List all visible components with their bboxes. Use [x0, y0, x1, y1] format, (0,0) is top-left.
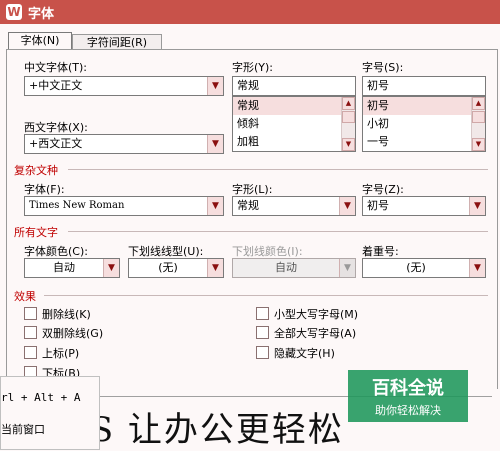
complex-size-select[interactable]: 初号 ▼ — [362, 196, 486, 216]
complex-style-label: 字形(L): — [232, 183, 273, 196]
window-title: 字体 — [28, 7, 55, 22]
section-effects: 效果 — [14, 290, 36, 303]
chevron-down-icon: ▼ — [339, 259, 355, 277]
list-item[interactable]: 常规 — [233, 97, 355, 115]
chevron-down-icon[interactable]: ▼ — [207, 135, 223, 153]
underline-type-value: (无) — [158, 261, 178, 274]
complex-font-value: Times New Roman — [29, 200, 125, 211]
underline-color-value: 自动 — [275, 261, 297, 274]
wps-logo-icon: W — [6, 4, 22, 20]
font-size-value: 初号 — [367, 79, 389, 92]
complex-font-label: 字体(F): — [24, 183, 65, 196]
superscript-checkbox[interactable] — [24, 346, 37, 359]
scroll-thumb[interactable] — [472, 111, 485, 123]
chinese-font-value: +中文正文 — [29, 79, 83, 92]
tab-spacing-label: 字符间距(R) — [86, 36, 148, 49]
current-window-text: 当前窗口 — [1, 423, 45, 436]
western-font-label: 西文字体(X): — [24, 121, 88, 134]
underline-type-select[interactable]: (无) ▼ — [128, 258, 224, 278]
watermark-badge: 百科全说 助你轻松解决 — [348, 370, 468, 422]
all-caps-label: 全部大写字母(A) — [274, 327, 357, 340]
font-size-label: 字号(S): — [362, 61, 404, 74]
scrollbar[interactable]: ▲ ▼ — [341, 97, 355, 151]
underline-type-label: 下划线线型(U): — [128, 245, 204, 258]
superscript-label: 上标(P) — [42, 347, 80, 360]
western-font-value: +西文正文 — [29, 137, 83, 150]
complex-style-value: 常规 — [237, 199, 259, 212]
complex-style-select[interactable]: 常规 ▼ — [232, 196, 356, 216]
list-item[interactable]: 小初 — [363, 115, 485, 133]
complex-font-select[interactable]: Times New Roman ▼ — [24, 196, 224, 216]
complex-size-value: 初号 — [367, 199, 389, 212]
shortcut-text: rl + Alt + A — [1, 391, 81, 404]
list-item[interactable]: 加粗 — [233, 133, 355, 151]
double-strikethrough-checkbox[interactable] — [24, 326, 37, 339]
list-item[interactable]: 一号 — [363, 133, 485, 151]
small-caps-label: 小型大写字母(M) — [274, 308, 359, 321]
scroll-thumb[interactable] — [342, 111, 355, 123]
divider — [68, 169, 488, 170]
scrollbar[interactable]: ▲ ▼ — [471, 97, 485, 151]
western-font-select[interactable]: +西文正文 ▼ — [24, 134, 224, 154]
tab-font-label: 字体(N) — [20, 34, 60, 47]
emphasis-mark-value: (无) — [406, 261, 426, 274]
font-style-list[interactable]: 常规 倾斜 加粗 ▲ ▼ — [232, 96, 356, 152]
chevron-down-icon[interactable]: ▼ — [469, 259, 485, 277]
emphasis-mark-select[interactable]: (无) ▼ — [362, 258, 486, 278]
font-size-input[interactable]: 初号 — [362, 76, 486, 96]
emphasis-mark-label: 着重号: — [362, 245, 399, 258]
watermark-subtitle: 助你轻松解决 — [375, 404, 441, 417]
complex-size-label: 字号(Z): — [362, 183, 404, 196]
underline-color-select: 自动 ▼ — [232, 258, 356, 278]
chevron-down-icon[interactable]: ▼ — [207, 259, 223, 277]
shortcut-tooltip: rl + Alt + A 当前窗口 — [0, 376, 100, 450]
hidden-text-label: 隐藏文字(H) — [274, 347, 335, 360]
small-caps-checkbox[interactable] — [256, 307, 269, 320]
hidden-text-checkbox[interactable] — [256, 346, 269, 359]
chevron-down-icon[interactable]: ▼ — [339, 197, 355, 215]
all-caps-checkbox[interactable] — [256, 326, 269, 339]
list-item[interactable]: 倾斜 — [233, 115, 355, 133]
font-style-input[interactable]: 常规 — [232, 76, 356, 96]
section-complex-script: 复杂文种 — [14, 164, 58, 177]
list-item[interactable]: 初号 — [363, 97, 485, 115]
strikethrough-checkbox[interactable] — [24, 307, 37, 320]
chevron-down-icon[interactable]: ▼ — [207, 77, 223, 95]
underline-color-label: 下划线颜色(I): — [232, 245, 303, 258]
font-style-value: 常规 — [237, 79, 259, 92]
font-color-value: 自动 — [53, 261, 75, 274]
font-color-select[interactable]: 自动 ▼ — [24, 258, 120, 278]
font-style-label: 字形(Y): — [232, 61, 274, 74]
divider — [68, 231, 488, 232]
chevron-down-icon[interactable]: ▼ — [469, 197, 485, 215]
double-strikethrough-label: 双删除线(G) — [42, 327, 104, 340]
title-bar: W 字体 — [0, 0, 500, 24]
watermark-title: 百科全说 — [372, 378, 444, 399]
scroll-down-icon[interactable]: ▼ — [342, 138, 355, 151]
chinese-font-select[interactable]: +中文正文 ▼ — [24, 76, 224, 96]
strikethrough-label: 删除线(K) — [42, 308, 91, 321]
scroll-up-icon[interactable]: ▲ — [472, 97, 485, 110]
scroll-up-icon[interactable]: ▲ — [342, 97, 355, 110]
chevron-down-icon[interactable]: ▼ — [207, 197, 223, 215]
chinese-font-label: 中文字体(T): — [24, 61, 88, 74]
font-size-list[interactable]: 初号 小初 一号 ▲ ▼ — [362, 96, 486, 152]
font-color-label: 字体颜色(C): — [24, 245, 88, 258]
section-all-text: 所有文字 — [14, 226, 58, 239]
scroll-down-icon[interactable]: ▼ — [472, 138, 485, 151]
chevron-down-icon[interactable]: ▼ — [103, 259, 119, 277]
divider — [44, 295, 488, 296]
